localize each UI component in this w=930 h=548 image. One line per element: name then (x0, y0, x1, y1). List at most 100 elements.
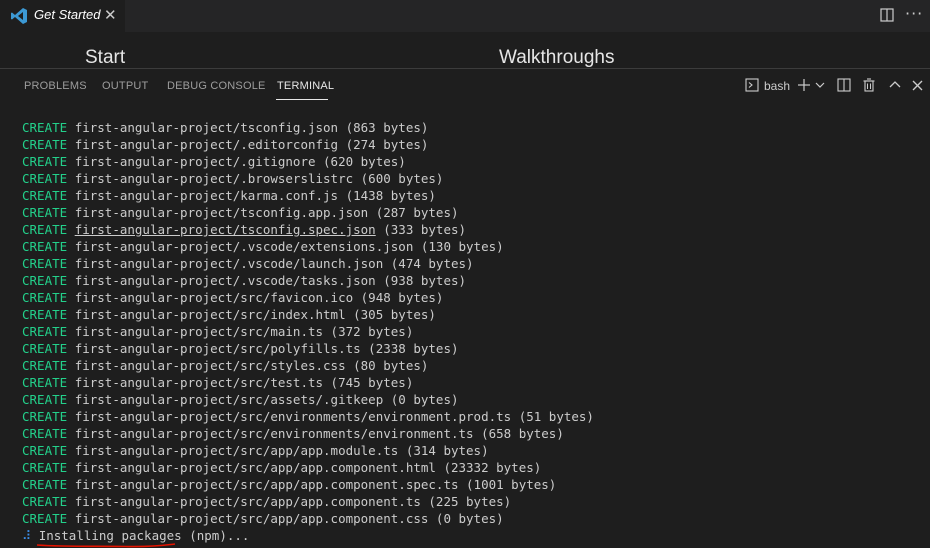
new-terminal-icon[interactable] (797, 78, 811, 92)
terminal-line: CREATE first-angular-project/.vscode/tas… (22, 272, 922, 289)
file-path: first-angular-project/src/assets/.gitkee… (74, 392, 459, 407)
terminal-line: CREATE first-angular-project/tsconfig.ap… (22, 204, 922, 221)
file-path: first-angular-project/src/styles.css (80… (74, 358, 429, 373)
terminal-line: CREATE first-angular-project/.editorconf… (22, 136, 922, 153)
create-keyword: CREATE (22, 171, 68, 186)
terminal-line: CREATE first-angular-project/.vscode/lau… (22, 255, 922, 272)
file-path: first-angular-project/src/app/app.compon… (74, 494, 512, 509)
split-terminal-icon[interactable] (837, 78, 851, 92)
npm-text: (npm)... (181, 528, 250, 543)
terminal-line: CREATE first-angular-project/src/favicon… (22, 289, 922, 306)
create-keyword: CREATE (22, 511, 68, 526)
file-path: first-angular-project/src/index.html (30… (74, 307, 436, 322)
terminal-line: CREATE first-angular-project/src/app/app… (22, 459, 922, 476)
tab-output[interactable]: OUTPUT (102, 80, 148, 92)
shell-name[interactable]: bash (764, 79, 790, 93)
installing-text: Installing packages (38, 528, 182, 543)
close-icon[interactable]: ✕ (104, 6, 117, 24)
file-path: first-angular-project/karma.conf.js (143… (74, 188, 436, 203)
file-path: first-angular-project/.vscode/tasks.json… (74, 273, 467, 288)
create-keyword: CREATE (22, 324, 68, 339)
file-path: first-angular-project/.editorconfig (274… (74, 137, 429, 152)
maximize-panel-icon[interactable] (889, 80, 901, 90)
tab-debug-console[interactable]: DEBUG CONSOLE (167, 80, 266, 92)
terminal-line: CREATE first-angular-project/src/environ… (22, 408, 922, 425)
create-keyword: CREATE (22, 188, 68, 203)
terminal-line: CREATE first-angular-project/karma.conf.… (22, 187, 922, 204)
file-path: first-angular-project/src/main.ts (372 b… (74, 324, 414, 339)
create-keyword: CREATE (22, 273, 68, 288)
more-actions-icon[interactable]: ··· (905, 4, 923, 23)
file-path: first-angular-project/tsconfig.spec.json… (74, 222, 467, 237)
create-keyword: CREATE (22, 239, 68, 254)
create-keyword: CREATE (22, 426, 68, 441)
create-keyword: CREATE (22, 290, 68, 305)
create-keyword: CREATE (22, 409, 68, 424)
terminal-line: CREATE first-angular-project/src/test.ts… (22, 374, 922, 391)
terminal-output[interactable]: CREATE first-angular-project/tsconfig.js… (22, 119, 922, 544)
create-keyword: CREATE (22, 392, 68, 407)
create-keyword: CREATE (22, 205, 68, 220)
file-path: first-angular-project/src/polyfills.ts (… (74, 341, 459, 356)
tab-get-started[interactable]: Get Started ✕ (0, 0, 125, 32)
terminal-line: CREATE first-angular-project/src/styles.… (22, 357, 922, 374)
split-editor-icon[interactable] (880, 8, 894, 22)
create-keyword: CREATE (22, 307, 68, 322)
file-path: first-angular-project/.gitignore (620 by… (74, 154, 406, 169)
terminal-line: CREATE first-angular-project/tsconfig.js… (22, 119, 922, 136)
trash-icon[interactable] (862, 78, 876, 92)
tab-terminal[interactable]: TERMINAL (277, 80, 334, 92)
terminal-line: CREATE first-angular-project/src/environ… (22, 425, 922, 442)
file-link[interactable]: first-angular-project/tsconfig.spec.json (75, 222, 376, 237)
start-heading: Start (85, 47, 126, 68)
create-keyword: CREATE (22, 358, 68, 373)
file-path: first-angular-project/src/favicon.ico (9… (74, 290, 444, 305)
terminal-icon[interactable] (745, 78, 759, 92)
close-panel-icon[interactable] (912, 80, 923, 91)
file-path: first-angular-project/src/app/app.compon… (74, 460, 542, 475)
create-keyword: CREATE (22, 120, 68, 135)
file-path: first-angular-project/src/test.ts (745 b… (74, 375, 414, 390)
walkthroughs-heading: Walkthroughs (499, 47, 615, 68)
create-keyword: CREATE (22, 137, 68, 152)
tab-title: Get Started (34, 7, 101, 22)
file-path: first-angular-project/src/environments/e… (74, 426, 564, 441)
terminal-line: CREATE first-angular-project/.gitignore … (22, 153, 922, 170)
editor-tab-bar: Get Started ✕ ··· (0, 0, 930, 32)
create-keyword: CREATE (22, 256, 68, 271)
terminal-line: CREATE first-angular-project/src/app/app… (22, 476, 922, 493)
create-keyword: CREATE (22, 341, 68, 356)
file-path: first-angular-project/.vscode/launch.jso… (74, 256, 474, 271)
spinner-icon: ⠼ (22, 528, 32, 543)
terminal-line: CREATE first-angular-project/src/assets/… (22, 391, 922, 408)
create-keyword: CREATE (22, 375, 68, 390)
terminal-line: CREATE first-angular-project/src/index.h… (22, 306, 922, 323)
file-path: first-angular-project/src/app/app.compon… (74, 511, 504, 526)
create-keyword: CREATE (22, 460, 68, 475)
terminal-line: CREATE first-angular-project/src/main.ts… (22, 323, 922, 340)
terminal-line: CREATE first-angular-project/src/app/app… (22, 493, 922, 510)
terminal-line: CREATE first-angular-project/.browsersli… (22, 170, 922, 187)
file-path: first-angular-project/.vscode/extensions… (74, 239, 504, 254)
terminal-line: CREATE first-angular-project/src/polyfil… (22, 340, 922, 357)
file-path: first-angular-project/src/app/app.module… (74, 443, 489, 458)
terminal-line: CREATE first-angular-project/src/app/app… (22, 442, 922, 459)
file-path: first-angular-project/tsconfig.json (863… (74, 120, 429, 135)
active-tab-indicator (276, 99, 328, 100)
file-path: first-angular-project/src/app/app.compon… (74, 477, 557, 492)
chevron-down-icon[interactable] (815, 81, 825, 89)
get-started-editor: Start Walkthroughs (0, 32, 930, 68)
terminal-line: CREATE first-angular-project/.vscode/ext… (22, 238, 922, 255)
file-path: first-angular-project/tsconfig.app.json … (74, 205, 459, 220)
tab-problems[interactable]: PROBLEMS (24, 80, 87, 92)
create-keyword: CREATE (22, 494, 68, 509)
terminal-line: CREATE first-angular-project/tsconfig.sp… (22, 221, 922, 238)
create-keyword: CREATE (22, 477, 68, 492)
panel-tabs: PROBLEMS OUTPUT DEBUG CONSOLE TERMINAL (0, 69, 930, 105)
terminal-line: CREATE first-angular-project/src/app/app… (22, 510, 922, 527)
vscode-logo-icon (11, 8, 27, 24)
red-annotation-underline (36, 543, 176, 548)
file-path: first-angular-project/.browserslistrc (6… (74, 171, 444, 186)
bottom-panel: PROBLEMS OUTPUT DEBUG CONSOLE TERMINAL b… (0, 68, 930, 548)
create-keyword: CREATE (22, 222, 68, 237)
